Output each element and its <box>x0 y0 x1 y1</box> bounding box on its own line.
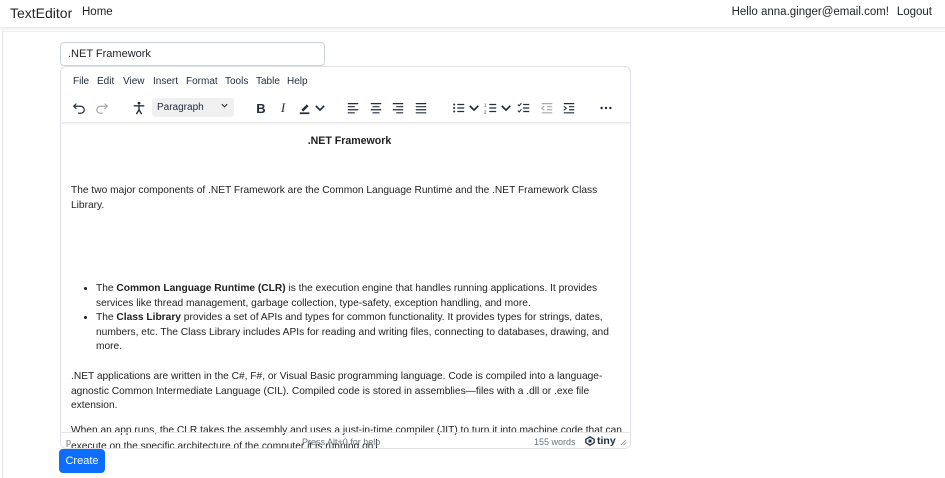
bullet-item-bold: Common Language Runtime (CLR) <box>116 283 286 294</box>
indent-icon[interactable] <box>559 98 579 118</box>
bold-icon[interactable]: B <box>251 98 271 118</box>
editor-statusbar: p Press Alt+0 for help 155 words tiny <box>61 432 630 448</box>
bullet-item-clr: The Common Language Runtime (CLR) is the… <box>96 282 623 311</box>
block-format-select[interactable]: Paragraph <box>152 98 234 117</box>
outdent-icon[interactable] <box>537 98 557 118</box>
brand-link[interactable]: TextEditor <box>10 5 72 21</box>
highlight-dropdown-icon[interactable] <box>313 98 327 118</box>
bullet-item-class-library: The Class Library provides a set of APIs… <box>96 311 623 355</box>
menu-insert[interactable]: Insert <box>153 76 178 87</box>
more-icon[interactable] <box>596 98 616 118</box>
menu-help[interactable]: Help <box>287 76 308 87</box>
rich-text-editor: File Edit View Insert Format Tools Table… <box>60 66 631 449</box>
bullet-item-bold: Class Library <box>116 312 181 323</box>
menu-format[interactable]: Format <box>186 76 218 87</box>
content-paragraph-2: .NET applications are written in the C#,… <box>71 371 603 411</box>
checklist-icon[interactable] <box>514 98 534 118</box>
menu-file[interactable]: File <box>73 76 89 87</box>
menu-tools[interactable]: Tools <box>225 76 248 87</box>
logout-link[interactable]: Logout <box>897 6 932 18</box>
content-paragraph-1: The two major components of .NET Framewo… <box>71 185 598 211</box>
tiny-logo-icon <box>585 436 595 446</box>
menu-table[interactable]: Table <box>256 76 280 87</box>
menu-edit[interactable]: Edit <box>97 76 114 87</box>
justify-icon[interactable] <box>411 98 431 118</box>
bullet-list-dropdown-icon[interactable] <box>467 98 481 118</box>
svg-text:1: 1 <box>484 102 487 107</box>
word-count[interactable]: 155 words <box>534 437 576 447</box>
align-right-icon[interactable] <box>388 98 408 118</box>
bullet-list-icon[interactable] <box>449 98 469 118</box>
align-left-icon[interactable] <box>343 98 363 118</box>
nav-home-link[interactable]: Home <box>82 6 113 18</box>
numbered-list-icon[interactable]: 12 <box>481 98 501 118</box>
undo-icon[interactable] <box>69 98 89 118</box>
user-greeting-link[interactable]: Hello anna.ginger@email.com! <box>732 6 889 18</box>
element-path[interactable]: p <box>66 437 71 447</box>
bullet-item-prefix: The <box>96 283 117 294</box>
resize-handle-icon[interactable] <box>620 438 627 448</box>
block-format-value: Paragraph <box>157 102 204 113</box>
help-hint: Press Alt+0 for help <box>302 437 381 447</box>
tiny-logo[interactable]: tiny <box>585 435 616 447</box>
toolbar-shadow <box>61 122 630 125</box>
tiny-logo-text: tiny <box>597 435 616 447</box>
italic-icon[interactable]: I <box>273 98 293 118</box>
align-center-icon[interactable] <box>366 98 386 118</box>
bullet-item-prefix: The <box>96 312 117 323</box>
redo-icon[interactable] <box>92 98 112 118</box>
create-button[interactable]: Create <box>59 449 105 473</box>
content-bullet-list: The Common Language Runtime (CLR) is the… <box>71 282 623 355</box>
top-navbar: TextEditor Home Hello anna.ginger@email.… <box>0 0 945 28</box>
menu-view[interactable]: View <box>123 76 145 87</box>
svg-text:2: 2 <box>484 109 487 114</box>
title-input[interactable] <box>60 42 325 66</box>
chevron-down-icon <box>220 101 229 113</box>
editor-menubar: File Edit View Insert Format Tools Table… <box>61 73 630 91</box>
content-heading: .NET Framework <box>307 135 392 147</box>
numbered-list-dropdown-icon[interactable] <box>499 98 513 118</box>
editor-toolbar: Paragraph B I 1 2 <box>61 96 630 120</box>
highlight-icon[interactable] <box>295 98 315 118</box>
accessibility-icon[interactable] <box>129 98 149 118</box>
